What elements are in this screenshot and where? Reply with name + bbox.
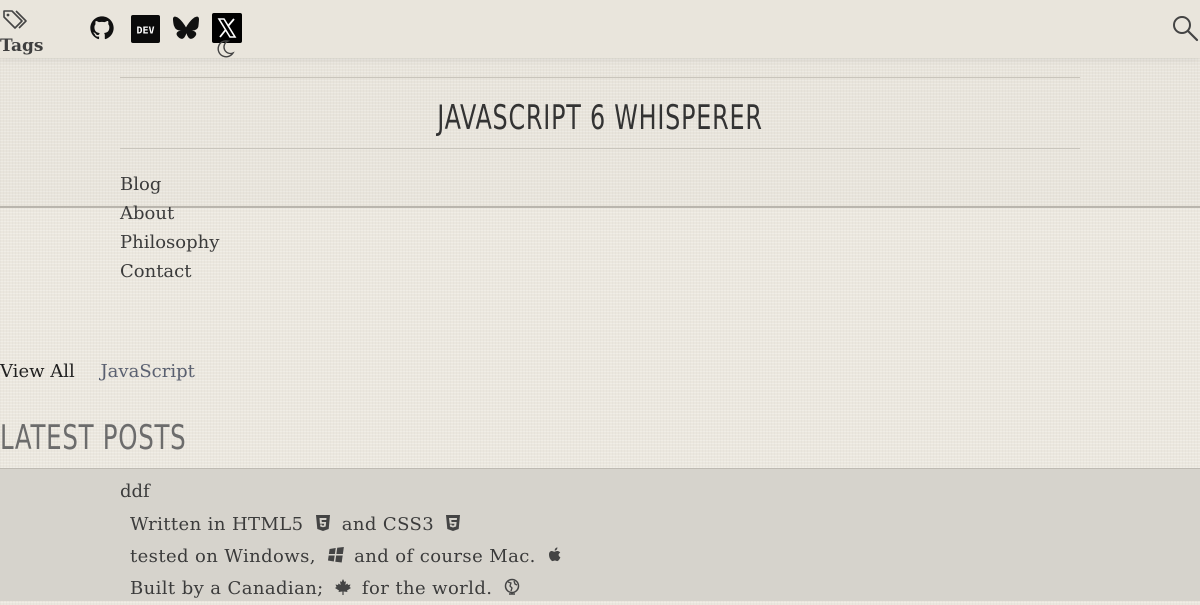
nav-item-blog[interactable]: Blog <box>120 170 219 199</box>
filter-view-all[interactable]: View All <box>0 361 75 382</box>
main-nav: Blog About Philosophy Contact <box>120 170 219 286</box>
nav-item-about[interactable]: About <box>120 199 219 228</box>
search-icon[interactable] <box>1171 14 1199 42</box>
svg-text:DEV: DEV <box>136 26 154 37</box>
credit-text: tested on Windows, <box>130 546 316 567</box>
credit-text: Built by a Canadian; <box>130 578 324 599</box>
latest-posts-heading: Latest Posts <box>0 418 187 458</box>
credit-text: and CSS3 <box>341 514 435 535</box>
credit-text: and of course Mac. <box>354 546 536 567</box>
nav-item-contact[interactable]: Contact <box>120 257 219 286</box>
windows-icon <box>327 547 344 563</box>
tag-filters: View All JavaScript <box>0 361 195 382</box>
credit-text: for the world. <box>361 578 493 599</box>
apple-icon <box>548 547 561 562</box>
footer-credits: Written in HTML5 and CSS3 tested on Wind… <box>130 509 568 605</box>
github-icon[interactable] <box>88 14 118 44</box>
html5-icon <box>315 515 330 531</box>
filter-javascript[interactable]: JavaScript <box>100 361 194 382</box>
tags-icon <box>3 10 27 29</box>
tags-label: Tags <box>0 36 44 56</box>
top-bar: Tags DEV <box>0 0 1200 58</box>
nav-item-philosophy[interactable]: Philosophy <box>120 228 219 257</box>
maple-leaf-icon <box>334 579 351 595</box>
footer: ddf Written in HTML5 and CSS3 tested on … <box>0 468 1200 601</box>
globe-icon <box>504 578 519 595</box>
dark-mode-toggle-icon[interactable] <box>214 38 236 60</box>
post-title-link[interactable]: ddf <box>120 481 150 502</box>
header-divider-top <box>120 77 1080 78</box>
header-divider-bottom <box>120 148 1080 149</box>
site-title[interactable]: JavaScript 6 Whisperer <box>132 98 1068 138</box>
credit-text: Written in HTML5 <box>130 514 304 535</box>
tags-link[interactable]: Tags <box>0 4 60 56</box>
dev-icon[interactable]: DEV <box>131 15 161 45</box>
bluesky-icon[interactable] <box>173 16 203 46</box>
css3-icon <box>446 515 461 531</box>
